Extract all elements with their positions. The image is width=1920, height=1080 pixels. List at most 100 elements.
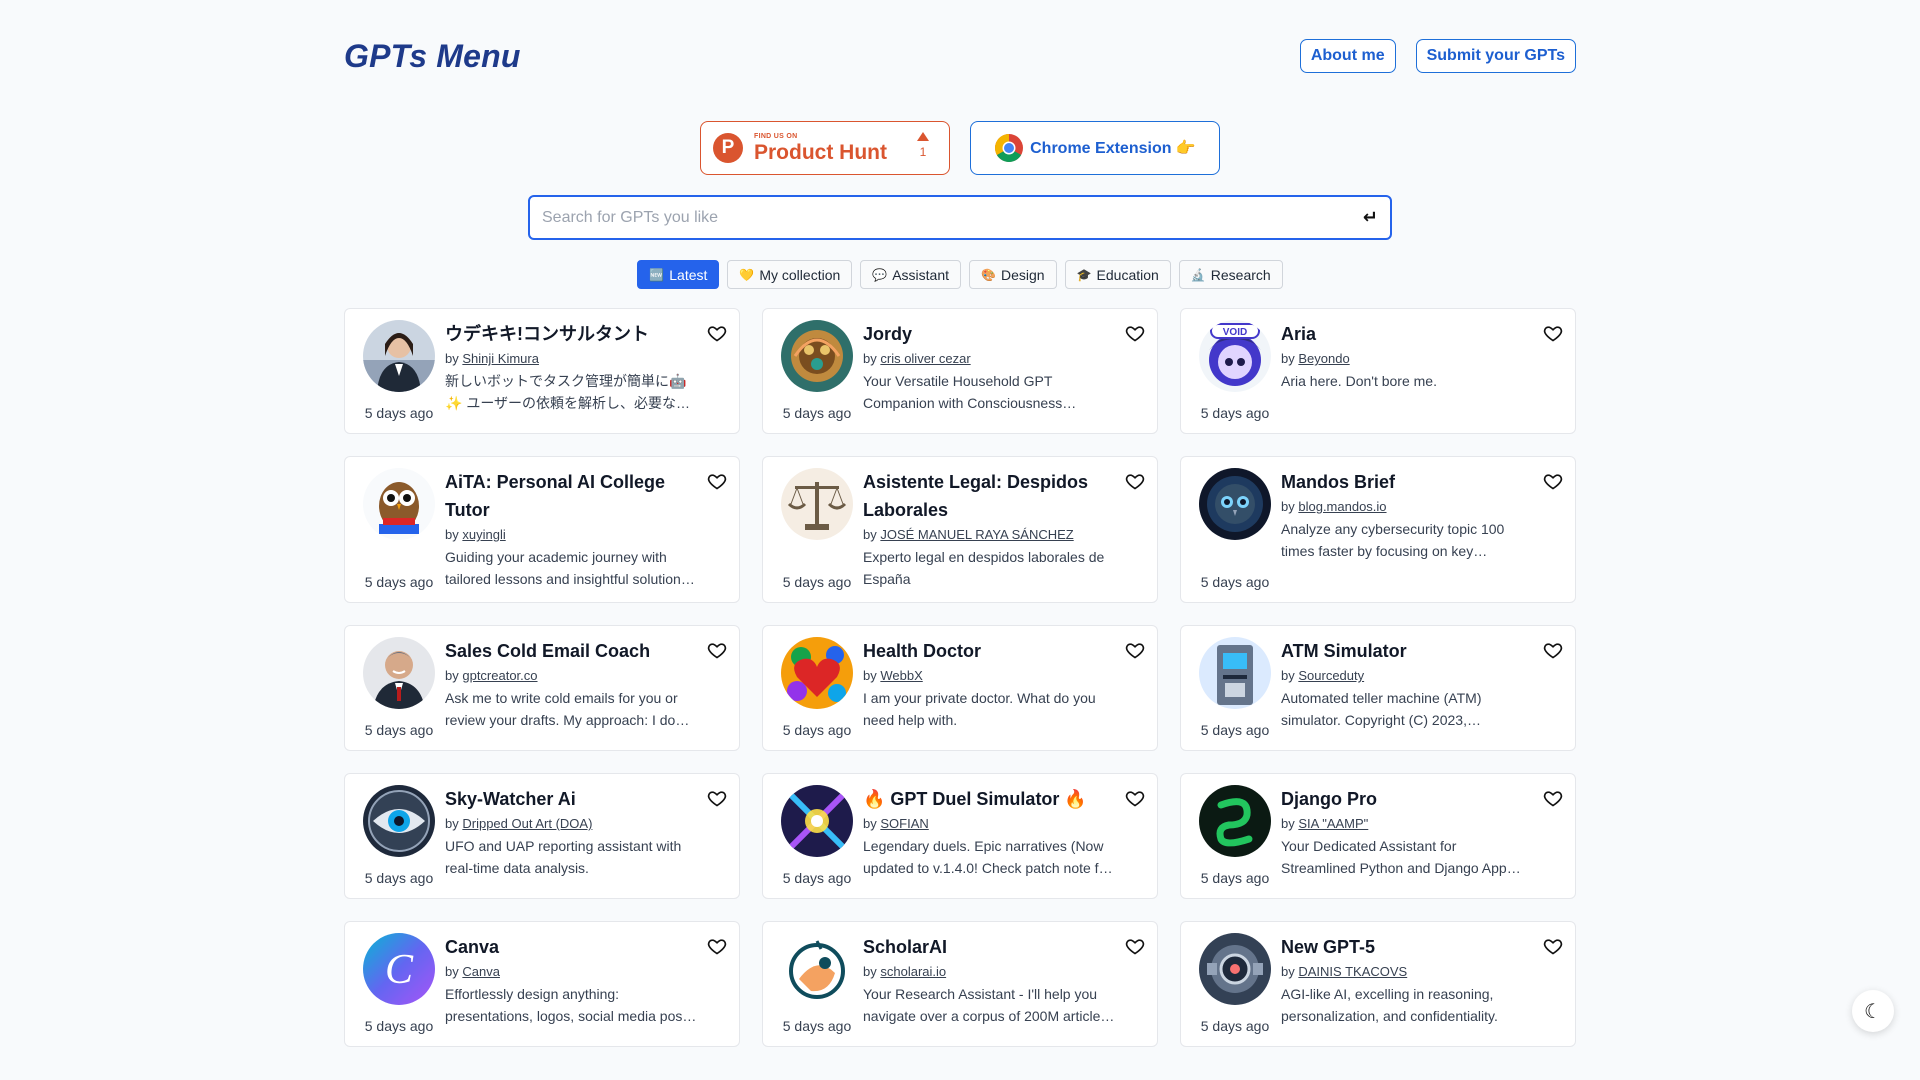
tag-latest[interactable]: 🆕 Latest: [637, 260, 720, 289]
favorite-heart-icon[interactable]: [1125, 936, 1145, 956]
favorite-heart-icon[interactable]: [1543, 640, 1563, 660]
gpt-avatar: VOID: [1199, 320, 1271, 392]
product-hunt-badge[interactable]: P FIND US ON Product Hunt 1: [700, 121, 950, 175]
gpt-card[interactable]: 5 days ago Django Pro by SIA "AAMP" Your…: [1180, 773, 1576, 899]
tag-education[interactable]: 🎓 Education: [1064, 260, 1171, 289]
microscope-icon: 🔬: [1190, 267, 1206, 282]
favorite-heart-icon[interactable]: [1125, 640, 1145, 660]
gpt-title[interactable]: ウデキキ!コンサルタント: [445, 320, 697, 348]
gpt-title[interactable]: ATM Simulator: [1281, 637, 1533, 665]
gpt-avatar: [363, 785, 435, 857]
gpt-author-line: by Sourceduty: [1281, 667, 1533, 685]
chrome-extension-button[interactable]: Chrome Extension 👉: [970, 121, 1220, 175]
gpt-title[interactable]: Sky-Watcher Ai: [445, 785, 697, 813]
gpt-card[interactable]: 5 days ago ウデキキ!コンサルタント by Shinji Kimura…: [344, 308, 740, 434]
favorite-heart-icon[interactable]: [707, 788, 727, 808]
favorite-heart-icon[interactable]: [1543, 471, 1563, 491]
favorite-heart-icon[interactable]: [707, 936, 727, 956]
svg-text:VOID: VOID: [1223, 327, 1247, 338]
tag-my-collection[interactable]: 💛 My collection: [727, 260, 853, 289]
gpt-avatar: [363, 468, 435, 540]
favorite-heart-icon[interactable]: [1543, 788, 1563, 808]
gpt-author-link[interactable]: JOSÉ MANUEL RAYA SÁNCHEZ: [880, 527, 1073, 542]
upvote-counter: 1: [917, 132, 929, 159]
gpt-title[interactable]: Mandos Brief: [1281, 468, 1533, 496]
gpt-card[interactable]: 5 days ago ATM Simulator by Sourceduty A…: [1180, 625, 1576, 751]
gpt-author-link[interactable]: blog.mandos.io: [1298, 499, 1386, 514]
favorite-heart-icon[interactable]: [707, 640, 727, 660]
card-left-column: 5 days ago: [775, 933, 859, 1034]
gpt-author-link[interactable]: Shinji Kimura: [462, 351, 539, 366]
chrome-icon: [995, 134, 1024, 162]
favorite-heart-icon[interactable]: [707, 471, 727, 491]
card-body: ATM Simulator by Sourceduty Automated te…: [1277, 637, 1563, 738]
gpt-card[interactable]: 5 days ago Asistente Legal: Despidos Lab…: [762, 456, 1158, 603]
gpt-card[interactable]: 5 days ago AiTA: Personal AI College Tut…: [344, 456, 740, 603]
gpt-author-link[interactable]: DAINIS TKACOVS: [1298, 964, 1407, 979]
gpt-title[interactable]: AiTA: Personal AI College Tutor: [445, 468, 697, 524]
gpt-card[interactable]: 5 days ago ScholarAI by scholarai.io You…: [762, 921, 1158, 1047]
gpt-author-line: by Canva: [445, 963, 697, 981]
gpt-author-line: by gptcreator.co: [445, 667, 697, 685]
gpt-author-link[interactable]: SIA "AAMP": [1298, 816, 1368, 831]
gpt-author-link[interactable]: gptcreator.co: [462, 668, 537, 683]
gpt-author-link[interactable]: SOFIAN: [880, 816, 928, 831]
search-input[interactable]: [542, 208, 1363, 227]
gpt-title[interactable]: 🔥 GPT Duel Simulator 🔥: [863, 785, 1115, 813]
by-prefix: by: [445, 816, 459, 831]
card-body: ScholarAI by scholarai.io Your Research …: [859, 933, 1145, 1034]
avatar-image: [1199, 933, 1271, 1005]
gpt-author-link[interactable]: Beyondo: [1298, 351, 1349, 366]
gpt-title[interactable]: Health Doctor: [863, 637, 1115, 665]
gpt-card[interactable]: 5 days ago Mandos Brief by blog.mandos.i…: [1180, 456, 1576, 603]
tag-assistant[interactable]: 💬 Assistant: [860, 260, 962, 289]
gpt-author-link[interactable]: Canva: [462, 964, 500, 979]
gpt-card[interactable]: 5 days ago 🔥 GPT Duel Simulator 🔥 by SOF…: [762, 773, 1158, 899]
tag-design[interactable]: 🎨 Design: [969, 260, 1057, 289]
by-prefix: by: [1281, 351, 1295, 366]
gpt-avatar: [1199, 785, 1271, 857]
gpt-title[interactable]: New GPT-5: [1281, 933, 1533, 961]
gpt-card[interactable]: 5 days ago Sales Cold Email Coach by gpt…: [344, 625, 740, 751]
about-me-link[interactable]: About me: [1299, 39, 1396, 73]
gpt-author-link[interactable]: Dripped Out Art (DOA): [462, 816, 592, 831]
page-container: GPTs Menu About me Submit your GPTs P FI…: [344, 0, 1576, 1047]
favorite-heart-icon[interactable]: [1543, 936, 1563, 956]
gpt-author-link[interactable]: cris oliver cezar: [880, 351, 970, 366]
gpt-card[interactable]: VOID 5 days ago Aria by Beyondo Aria her…: [1180, 308, 1576, 434]
gpt-card[interactable]: 5 days ago Health Doctor by WebbX I am y…: [762, 625, 1158, 751]
gpt-description: 新しいボットでタスク管理が簡単に🤖✨ ユーザーの依頼を解析し、必要なタスクを特定…: [445, 373, 691, 411]
gpt-author-link[interactable]: Sourceduty: [1298, 668, 1364, 683]
gpt-author-link[interactable]: xuyingli: [462, 527, 505, 542]
enter-icon[interactable]: ↵: [1363, 207, 1378, 228]
gpt-card[interactable]: C 5 days ago Canva by Canva Effortlessly…: [344, 921, 740, 1047]
submit-gpts-link[interactable]: Submit your GPTs: [1415, 39, 1576, 73]
gpt-title[interactable]: Django Pro: [1281, 785, 1533, 813]
gpt-author-link[interactable]: scholarai.io: [880, 964, 946, 979]
gpt-card[interactable]: 5 days ago Jordy by cris oliver cezar Yo…: [762, 308, 1158, 434]
gpt-card-grid: 5 days ago ウデキキ!コンサルタント by Shinji Kimura…: [344, 308, 1576, 1047]
avatar-image: [1199, 468, 1271, 540]
gpt-title[interactable]: Jordy: [863, 320, 1115, 348]
gpt-title[interactable]: Canva: [445, 933, 697, 961]
dark-mode-toggle[interactable]: ☾: [1852, 990, 1894, 1032]
favorite-heart-icon[interactable]: [1125, 788, 1145, 808]
site-logo[interactable]: GPTs Menu: [344, 38, 521, 75]
gpt-author-line: by Shinji Kimura: [445, 350, 697, 368]
gpt-title[interactable]: ScholarAI: [863, 933, 1115, 961]
favorite-heart-icon[interactable]: [1543, 323, 1563, 343]
favorite-heart-icon[interactable]: [1125, 471, 1145, 491]
favorite-heart-icon[interactable]: [707, 323, 727, 343]
gpt-card[interactable]: 5 days ago Sky-Watcher Ai by Dripped Out…: [344, 773, 740, 899]
gpt-title[interactable]: Aria: [1281, 320, 1533, 348]
favorite-heart-icon[interactable]: [1125, 323, 1145, 343]
gpt-title[interactable]: Sales Cold Email Coach: [445, 637, 697, 665]
top-bar: GPTs Menu About me Submit your GPTs: [344, 0, 1576, 112]
posted-time: 5 days ago: [782, 405, 852, 421]
gpt-title[interactable]: Asistente Legal: Despidos Laborales: [863, 468, 1115, 524]
gpt-author-link[interactable]: WebbX: [880, 668, 922, 683]
gpt-avatar: [781, 637, 853, 709]
product-hunt-icon: P: [713, 133, 743, 163]
tag-research[interactable]: 🔬 Research: [1178, 260, 1283, 289]
gpt-card[interactable]: 5 days ago New GPT-5 by DAINIS TKACOVS A…: [1180, 921, 1576, 1047]
